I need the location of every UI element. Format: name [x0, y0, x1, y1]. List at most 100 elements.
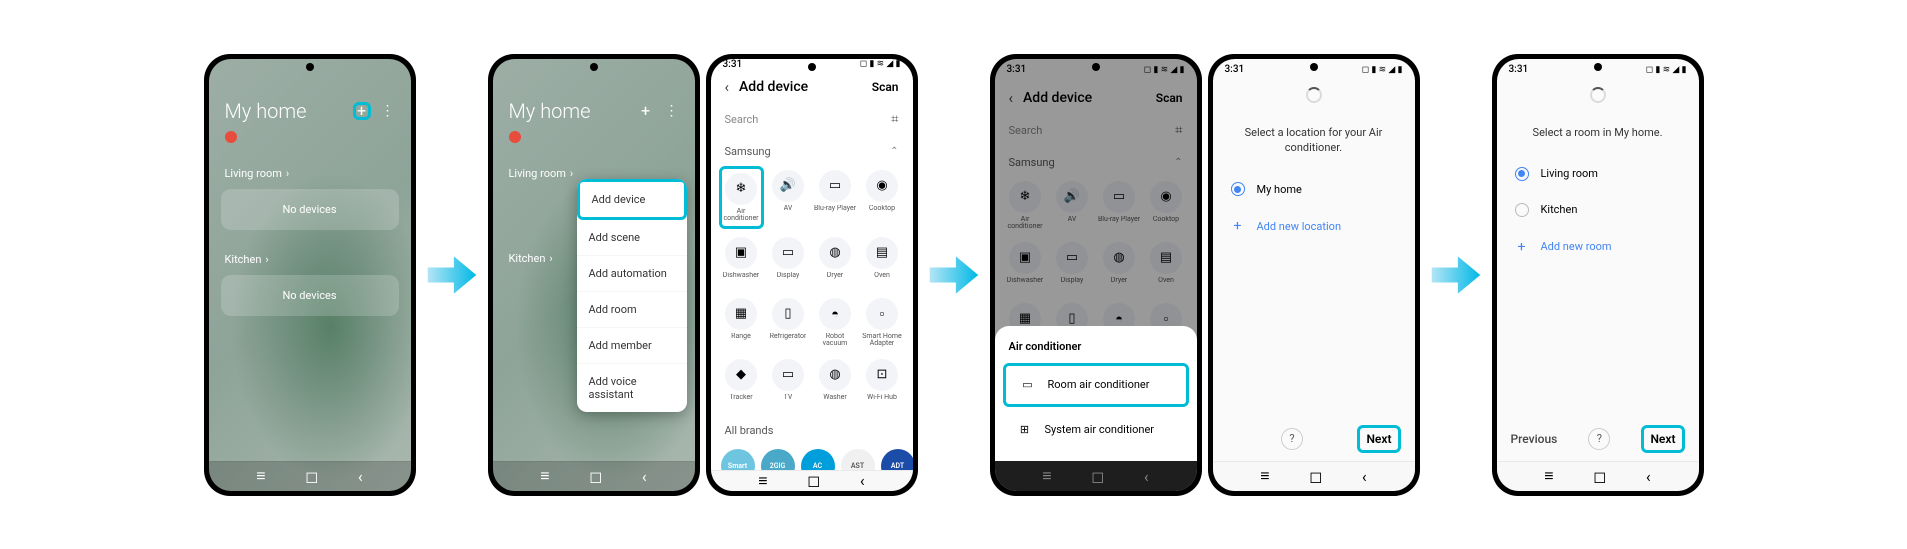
notification-dot	[225, 131, 237, 143]
device-icon: ▯	[772, 298, 804, 330]
menu-add-member[interactable]: Add member	[577, 328, 687, 364]
help-button[interactable]: ?	[1281, 428, 1303, 450]
device-display[interactable]: ▭ Display	[766, 233, 811, 290]
menu-add-automation[interactable]: Add automation	[577, 256, 687, 292]
menu-add-scene[interactable]: Add scene	[577, 220, 687, 256]
nav-home-icon[interactable]: ◻	[807, 471, 820, 490]
nav-back-icon[interactable]: ‹	[1362, 467, 1367, 486]
nav-recents-icon[interactable]: ≡	[256, 466, 265, 486]
brand-2gig[interactable]: 2GIG	[761, 449, 795, 470]
loading-spinner-icon	[1306, 87, 1322, 103]
device-label: Display	[777, 272, 800, 286]
device-icon: ▭	[772, 359, 804, 391]
arrow-icon	[1426, 245, 1486, 305]
device-dryer[interactable]: ◍Dryer	[813, 233, 858, 290]
nav-recents-icon[interactable]: ≡	[1260, 466, 1269, 486]
radio-my-home[interactable]: My home	[1213, 171, 1415, 207]
brand-smartthings[interactable]: Smart	[721, 449, 755, 470]
device-dishwasher[interactable]: ▣Dishwasher	[719, 233, 764, 290]
radio-label: Kitchen	[1541, 203, 1578, 216]
device-washer[interactable]: ◍ Washer	[813, 355, 858, 412]
device-label: TV	[784, 394, 793, 408]
device-tracker[interactable]: ◆Tracker	[719, 355, 764, 412]
menu-add-device[interactable]: Add device	[577, 179, 687, 220]
device-robot-vacuum[interactable]: ◓ Robot vacuum	[813, 294, 858, 351]
status-icons: ◻ ▮ ≋ ◢ ▮	[860, 59, 901, 69]
option-room-ac[interactable]: ▭ Room air conditioner	[1003, 363, 1189, 407]
menu-add-voice-assistant[interactable]: Add voice assistant	[577, 364, 687, 412]
radio-living-room[interactable]: Living room	[1497, 156, 1699, 192]
device-tv[interactable]: ▭ TV	[766, 355, 811, 412]
chevron-up-icon[interactable]: ⌃	[890, 146, 898, 157]
scan-button[interactable]: Scan	[872, 80, 899, 94]
device-label: Refrigerator	[770, 333, 807, 347]
device-wi-fi-hub[interactable]: ⊡Wi-Fi Hub	[860, 355, 905, 412]
camera-hole	[808, 63, 816, 71]
device-icon: ◓	[819, 298, 851, 330]
qr-icon[interactable]: ⌗	[891, 112, 898, 127]
device-icon: ◍	[819, 359, 851, 391]
more-icon[interactable]: ⋮	[381, 103, 395, 119]
arrow-icon	[924, 245, 984, 305]
nav-home-icon[interactable]: ◻	[1593, 467, 1606, 486]
add-button[interactable]: +	[637, 102, 655, 120]
device-label: Range	[731, 333, 751, 347]
device-smart-home-adapter[interactable]: ▫Smart Home Adapter	[860, 294, 905, 351]
nav-recents-icon[interactable]: ≡	[758, 471, 767, 491]
room-card-kitchen[interactable]: No devices	[221, 275, 399, 316]
add-new-label: Add new room	[1541, 240, 1612, 253]
nav-recents-icon[interactable]: ≡	[1544, 466, 1553, 486]
device-label: Dryer	[827, 272, 843, 286]
device-av[interactable]: 🔊AV	[766, 166, 811, 229]
brand-ac[interactable]: AC	[801, 449, 835, 470]
nav-back-icon[interactable]: ‹	[1646, 467, 1651, 486]
add-new-room[interactable]: + Add new room	[1497, 228, 1699, 266]
section-all-brands[interactable]: All brands	[725, 424, 774, 437]
add-new-location[interactable]: + Add new location	[1213, 207, 1415, 245]
previous-button[interactable]: Previous	[1511, 432, 1558, 446]
menu-add-room[interactable]: Add room	[577, 292, 687, 328]
arrow-icon	[422, 245, 482, 305]
room-card-living[interactable]: No devices	[221, 189, 399, 230]
room-header-living[interactable]: Living room›	[209, 161, 411, 186]
nav-back-icon[interactable]: ‹	[642, 467, 647, 486]
option-system-ac[interactable]: ⊞ System air conditioner	[1003, 411, 1189, 449]
nav-back-icon[interactable]: ‹	[860, 471, 865, 490]
help-button[interactable]: ?	[1588, 428, 1610, 450]
home-title[interactable]: My home	[509, 99, 591, 123]
device-range[interactable]: ▦Range	[719, 294, 764, 351]
device-label: Robot vacuum	[814, 333, 857, 347]
radio-kitchen[interactable]: Kitchen	[1497, 192, 1699, 228]
nav-recents-icon[interactable]: ≡	[540, 466, 549, 486]
device-refrigerator[interactable]: ▯ Refrigerator	[766, 294, 811, 351]
nav-bar: ≡ ◻ ‹	[711, 470, 913, 491]
device-icon: ▭	[772, 237, 804, 269]
nav-home-icon[interactable]: ◻	[305, 467, 318, 486]
more-icon[interactable]: ⋮	[665, 103, 679, 119]
nav-home-icon[interactable]: ◻	[589, 467, 602, 486]
device-label: Washer	[823, 394, 846, 408]
add-button[interactable]: +	[353, 102, 371, 120]
device-cooktop[interactable]: ◉Cooktop	[860, 166, 905, 229]
device-label: Oven	[874, 272, 890, 286]
back-icon[interactable]: ‹	[725, 78, 730, 96]
home-title[interactable]: My home	[225, 99, 307, 123]
search-input[interactable]: Search	[725, 113, 759, 126]
phone-home-1: My home + ⋮ Living room› No devices Kitc…	[204, 54, 416, 496]
device-icon: ▭	[819, 170, 851, 202]
section-samsung[interactable]: Samsung	[725, 145, 771, 158]
brand-ast[interactable]: AST	[841, 449, 875, 470]
device-blu-ray-player[interactable]: ▭Blu-ray Player	[813, 166, 858, 229]
nav-bar: ≡ ◻ ‹	[493, 461, 695, 491]
next-button[interactable]: Next	[1357, 425, 1400, 453]
room-header-kitchen[interactable]: Kitchen›	[209, 247, 411, 272]
phone-select-location: 3:31 ◻ ▮ ≋ ◢ ▮ Select a location for you…	[1208, 54, 1420, 496]
status-time: 3:31	[1225, 64, 1245, 75]
brand-adt[interactable]: ADT	[881, 449, 913, 470]
next-button[interactable]: Next	[1641, 425, 1684, 453]
nav-back-icon[interactable]: ‹	[358, 467, 363, 486]
device-air-conditioner[interactable]: ❄Air conditioner	[719, 166, 764, 229]
page-title: Add device	[739, 79, 808, 95]
device-oven[interactable]: ▤Oven	[860, 233, 905, 290]
nav-home-icon[interactable]: ◻	[1309, 467, 1322, 486]
